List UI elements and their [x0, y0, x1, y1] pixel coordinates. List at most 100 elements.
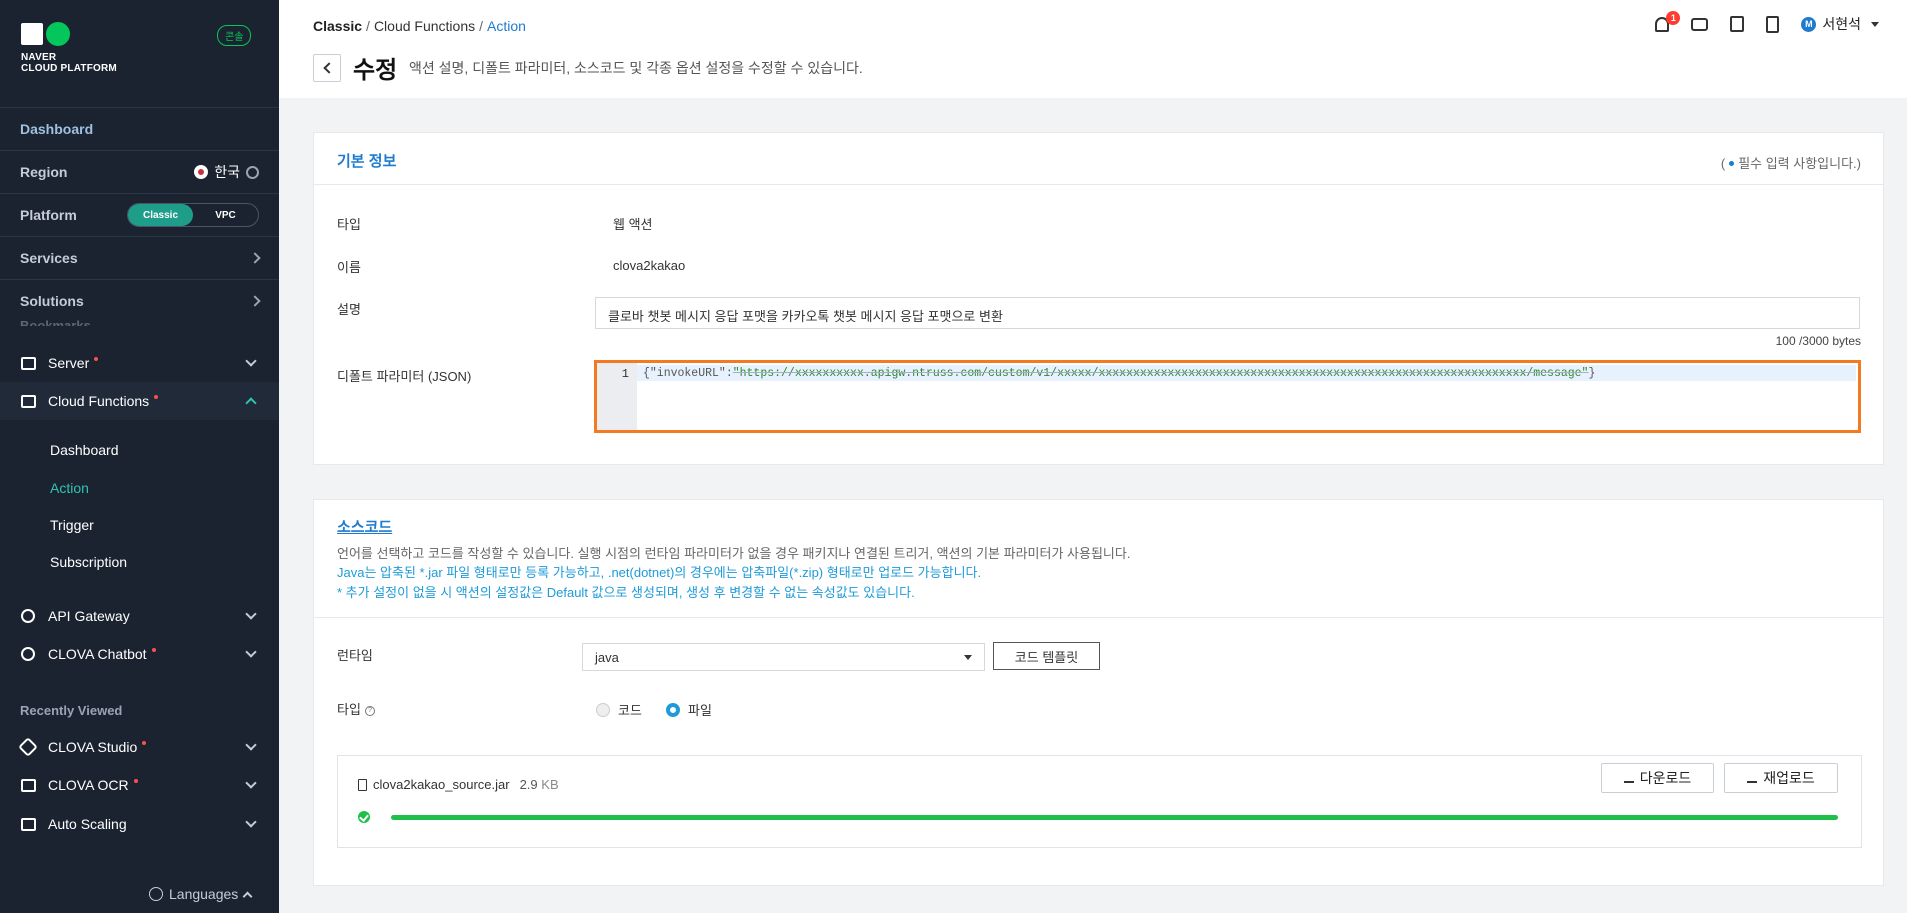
chevron-left-icon — [322, 62, 335, 74]
help-icon[interactable]: ? — [364, 705, 375, 716]
platform-classic-option[interactable]: Classic — [128, 204, 193, 226]
sidebar-platform: Platform Classic VPC — [0, 193, 279, 236]
runtime-select[interactable]: java — [582, 643, 985, 671]
reupload-button[interactable]: 재업로드 — [1724, 763, 1838, 793]
breadcrumb-item[interactable]: Cloud Functions — [374, 18, 475, 34]
submenu-action[interactable]: Action — [50, 480, 89, 496]
sidebar-solutions[interactable]: Solutions — [0, 279, 279, 321]
sidebar-item-clova-studio[interactable]: CLOVA Studio — [0, 728, 279, 766]
uploaded-file-box: clova2kakao_source.jar 2.9 KB 다운로드 재업로드 — [337, 755, 1862, 848]
korea-flag-icon — [194, 165, 209, 179]
sidebar-item-clova-chatbot[interactable]: CLOVA Chatbot — [0, 635, 279, 673]
chevron-up-icon — [245, 397, 257, 409]
name-value: clova2kakao — [613, 258, 686, 273]
recently-viewed-label: Recently Viewed — [20, 703, 123, 718]
sidebar: NAVER CLOUD PLATFORM 콘솔 Dashboard Region… — [0, 0, 279, 913]
upload-icon — [1747, 773, 1758, 783]
back-button[interactable] — [313, 54, 341, 82]
server-icon — [20, 355, 36, 371]
required-note: (필수 입력 사항입니다.) — [1721, 153, 1861, 172]
naver-cloud-logo[interactable]: NAVER CLOUD PLATFORM — [21, 22, 117, 74]
bell-icon[interactable]: 1 — [1655, 10, 1681, 32]
radio-code[interactable]: 코드 — [596, 700, 642, 719]
page-header: Classic / Cloud Functions / Action 수정 액션 설명,… — [279, 0, 1907, 98]
chevron-down-icon — [245, 777, 257, 789]
notification-badge: 1 — [1666, 10, 1681, 25]
languages-button[interactable]: Languages — [149, 886, 253, 902]
new-dot — [151, 648, 156, 652]
json-close: } — [1588, 367, 1596, 380]
cloud-functions-icon — [20, 393, 36, 409]
chevron-down-icon — [245, 355, 257, 367]
sidebar-item-label: Server — [48, 355, 90, 371]
page-title: 수정 — [353, 57, 398, 84]
sidebar-item-label: Auto Scaling — [48, 816, 127, 832]
chevron-right-icon — [249, 294, 261, 307]
sidebar-item-server[interactable]: Server — [0, 344, 279, 382]
file-name: clova2kakao_source.jar — [373, 777, 510, 792]
languages-label: Languages — [169, 886, 239, 902]
sidebar-item-clova-ocr[interactable]: CLOVA OCR — [0, 766, 279, 804]
sidebar-item-auto-scaling[interactable]: Auto Scaling — [0, 805, 279, 843]
download-button[interactable]: 다운로드 — [1601, 763, 1714, 793]
chevron-down-icon — [245, 646, 257, 658]
default-param-editor[interactable]: 1 {"invokeURL":"https://xxxxxxxxxx.apigw… — [594, 360, 1861, 433]
source-type-label: 타입? — [337, 699, 375, 718]
sidebar-item-label: CLOVA Studio — [48, 739, 138, 755]
platform-toggle[interactable]: Classic VPC — [127, 203, 259, 227]
file-info: clova2kakao_source.jar 2.9 KB — [358, 777, 559, 792]
description-byte-counter: 100 /3000 bytes — [1775, 334, 1861, 348]
book-icon[interactable] — [1766, 15, 1780, 33]
region-label: Region — [20, 164, 68, 180]
solutions-label: Solutions — [20, 292, 84, 309]
sidebar-item-cloud-functions[interactable]: Cloud Functions — [0, 382, 279, 420]
radio-button-selected[interactable] — [666, 702, 680, 717]
platform-vpc-option[interactable]: VPC — [193, 204, 258, 226]
chevron-down-icon — [245, 816, 257, 828]
chevron-down-icon — [245, 608, 257, 620]
json-key: {"invokeURL": — [643, 367, 733, 380]
sidebar-services[interactable]: Services — [0, 236, 279, 279]
ocr-icon — [20, 777, 36, 793]
api-gateway-icon — [20, 608, 36, 624]
new-dot — [154, 395, 159, 399]
type-value: 웹 액션 — [613, 217, 653, 232]
submenu-dashboard[interactable]: Dashboard — [50, 442, 119, 458]
chat-icon[interactable] — [1691, 17, 1709, 31]
required-dot-icon — [1729, 161, 1735, 166]
sidebar-region: Region 한국 — [0, 150, 279, 193]
download-label: 다운로드 — [1639, 770, 1692, 786]
json-code-line[interactable]: {"invokeURL":"https://xxxxxxxxxx.apigw.n… — [643, 367, 1853, 380]
radio-label: 코드 — [618, 703, 642, 718]
submenu-subscription[interactable]: Subscription — [50, 554, 127, 570]
description-label: 설명 — [337, 302, 361, 317]
required-note-prefix: ( — [1720, 156, 1726, 171]
region-settings-icon[interactable] — [246, 165, 259, 179]
sidebar-dashboard[interactable]: Dashboard — [0, 107, 279, 150]
platform-label: Platform — [20, 207, 77, 223]
avatar: M — [1801, 16, 1817, 32]
memo-icon[interactable] — [1730, 16, 1745, 32]
user-menu[interactable]: M 서현석 — [1801, 14, 1879, 34]
user-name: 서현석 — [1822, 16, 1861, 32]
source-description: 언어를 선택하고 코드를 작성할 수 있습니다. 실행 시점의 런타임 파라미터… — [337, 546, 1131, 561]
breadcrumb: Classic / Cloud Functions / Action — [313, 18, 526, 34]
globe-icon — [149, 887, 163, 901]
submenu-trigger[interactable]: Trigger — [50, 517, 94, 533]
sidebar-item-label: CLOVA Chatbot — [48, 646, 147, 662]
region-value[interactable]: 한국 — [214, 162, 240, 182]
radio-label: 파일 — [688, 703, 712, 718]
radio-file[interactable]: 파일 — [666, 700, 712, 719]
description-textarea[interactable]: 클로바 챗봇 메시지 응답 포맷을 카카오톡 챗봇 메시지 응답 포맷으로 변환 — [595, 297, 1860, 329]
console-badge[interactable]: 콘솔 — [217, 25, 252, 46]
code-template-button[interactable]: 코드 템플릿 — [993, 642, 1100, 670]
runtime-label: 런타임 — [337, 648, 373, 663]
sidebar-item-api-gateway[interactable]: API Gateway — [0, 597, 279, 635]
breadcrumb-item[interactable]: Classic — [313, 18, 362, 34]
type-label: 타입 — [337, 217, 361, 232]
chevron-down-icon — [245, 739, 257, 751]
runtime-selected-value: java — [595, 650, 619, 665]
source-java-note: Java는 압축된 *.jar 파일 형태로만 등록 가능하고, .net(do… — [337, 565, 982, 580]
source-default-note: * 추가 설정이 없을 시 액션의 설정값은 Default 값으로 생성되며,… — [337, 585, 915, 600]
radio-button[interactable] — [596, 702, 610, 717]
